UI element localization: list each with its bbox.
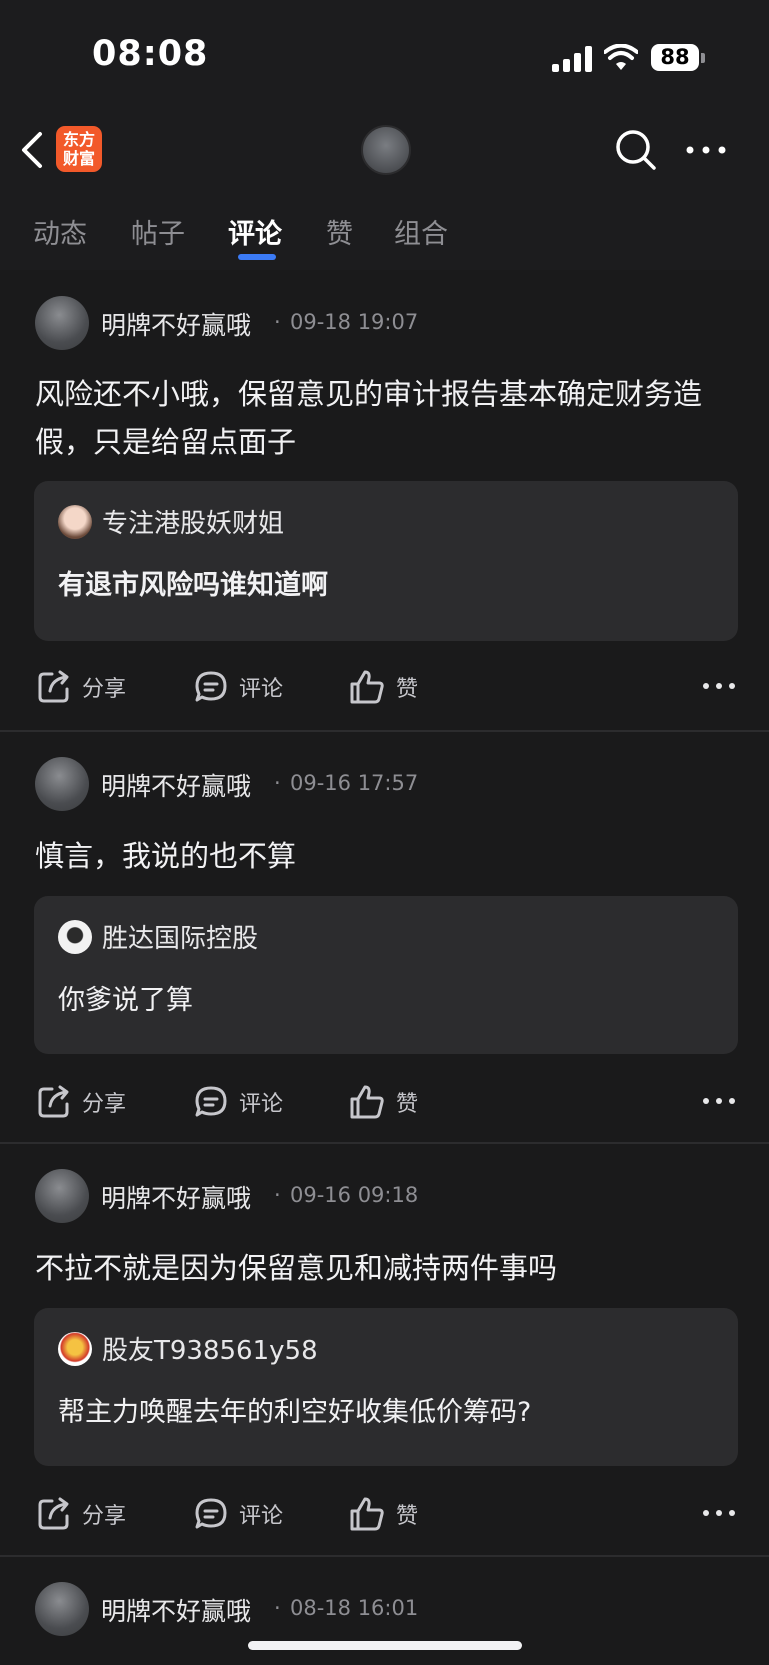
comment-content[interactable]: 不拉不就是因为保留意见和减持两件事吗 [35,1244,735,1292]
thumbs-up-icon [350,1497,384,1531]
comment-icon [195,1498,227,1529]
like-label: 赞 [396,1092,419,1117]
wifi-icon [604,44,638,70]
more-icon[interactable] [702,1094,736,1108]
tab-dynamics[interactable]: 动态 [33,212,87,251]
comment-author[interactable]: 明牌不好赢哦 [101,767,251,803]
tab-portfolios[interactable]: 组合 [394,212,448,251]
share-button[interactable]: 分享 [36,1492,126,1536]
share-label: 分享 [82,677,127,702]
comment-button[interactable]: 评论 [193,1080,283,1124]
comment-content[interactable]: 风险还不小哦，保留意见的审计报告基本确定财务造假，只是给留点面子 [35,370,735,466]
profile-avatar[interactable] [361,125,411,175]
comment-button[interactable]: 评论 [193,665,283,709]
meta-separator: · [274,771,281,795]
like-label: 赞 [396,677,419,702]
avatar[interactable] [35,1582,89,1636]
comment-icon [195,671,227,702]
avatar[interactable] [35,296,89,350]
quoted-post[interactable]: 专注港股妖财姐 有退市风险吗谁知道啊 [34,481,738,641]
more-options-icon[interactable] [684,138,728,162]
quote-author-avatar[interactable] [58,505,92,539]
quote-author[interactable]: 胜达国际控股 [102,918,258,955]
share-icon [38,1497,69,1530]
comment-time: 08-18 16:01 [290,1596,419,1620]
comment-time: 09-18 19:07 [290,310,419,334]
avatar[interactable] [35,1169,89,1223]
comment-icon [195,1086,227,1117]
battery-indicator: 88 [651,44,699,71]
comment-content[interactable]: 慎言，我说的也不算 [35,832,735,880]
comment-item: 明牌不好赢哦 · 09-18 19:07 风险还不小哦，保留意见的审计报告基本确… [0,270,769,730]
cellular-signal-icon [552,46,594,72]
tab-likes[interactable]: 赞 [326,212,353,251]
quote-text: 帮主力唤醒去年的利空好收集低价筹码? [58,1397,532,1428]
quote-author-avatar[interactable] [58,920,92,954]
meta-separator: · [274,1596,281,1620]
quote-text: 你爹说了算 [58,985,193,1016]
share-label: 分享 [82,1092,127,1117]
thumbs-up-icon [350,670,384,704]
comment-actions: 分享 评论 赞 [0,1492,769,1536]
comment-actions: 分享 评论 赞 [0,1080,769,1124]
quote-author[interactable]: 专注港股妖财姐 [102,503,284,540]
more-icon[interactable] [702,679,736,693]
quoted-post[interactable]: 股友T938561y58 帮主力唤醒去年的利空好收集低价筹码? [34,1308,738,1466]
comment-item: 明牌不好赢哦 · 09-16 17:57 慎言，我说的也不算 胜达国际控股 你爹… [0,732,769,1142]
more-icon[interactable] [702,1506,736,1520]
comment-label: 评论 [239,677,284,702]
quote-author[interactable]: 股友T938561y58 [102,1330,318,1367]
meta-separator: · [274,1183,281,1207]
share-icon [38,670,69,703]
comment-actions: 分享 评论 赞 [0,665,769,709]
search-icon[interactable] [612,126,660,174]
clock: 08:08 [92,34,209,74]
comment-author[interactable]: 明牌不好赢哦 [101,1179,251,1215]
share-label: 分享 [82,1504,127,1529]
comment-button[interactable]: 评论 [193,1492,283,1536]
profile-tabs: 动态 帖子 评论 赞 组合 [0,190,769,270]
meta-separator: · [274,310,281,334]
share-button[interactable]: 分享 [36,665,126,709]
battery-cap [701,53,705,63]
quote-text: 有退市风险吗谁知道啊 [58,570,328,601]
status-bar: 08:08 88 [0,0,769,112]
avatar[interactable] [35,757,89,811]
tab-comments[interactable]: 评论 [228,212,282,251]
comment-author[interactable]: 明牌不好赢哦 [101,306,251,342]
comment-label: 评论 [239,1504,284,1529]
active-tab-indicator [238,254,276,260]
quoted-post[interactable]: 胜达国际控股 你爹说了算 [34,896,738,1054]
share-icon [38,1085,69,1118]
comment-label: 评论 [239,1092,284,1117]
like-label: 赞 [396,1504,419,1529]
home-indicator[interactable] [248,1641,522,1650]
comment-author[interactable]: 明牌不好赢哦 [101,1592,251,1628]
comment-time: 09-16 09:18 [290,1183,419,1207]
like-button[interactable]: 赞 [348,1492,418,1536]
app-logo[interactable]: 东方 财富 [56,126,102,172]
comment-item: 明牌不好赢哦 · 09-16 09:18 不拉不就是因为保留意见和减持两件事吗 … [0,1144,769,1554]
quote-author-avatar[interactable] [58,1332,92,1366]
tab-posts[interactable]: 帖子 [131,212,185,251]
like-button[interactable]: 赞 [348,665,418,709]
logo-line-2: 财富 [62,149,95,168]
share-button[interactable]: 分享 [36,1080,126,1124]
comment-time: 09-16 17:57 [290,771,419,795]
logo-line-1: 东方 [62,130,95,149]
like-button[interactable]: 赞 [348,1080,418,1124]
back-arrow-icon[interactable] [16,128,50,172]
navigation-bar: 东方 财富 [0,112,769,190]
thumbs-up-icon [350,1085,384,1119]
